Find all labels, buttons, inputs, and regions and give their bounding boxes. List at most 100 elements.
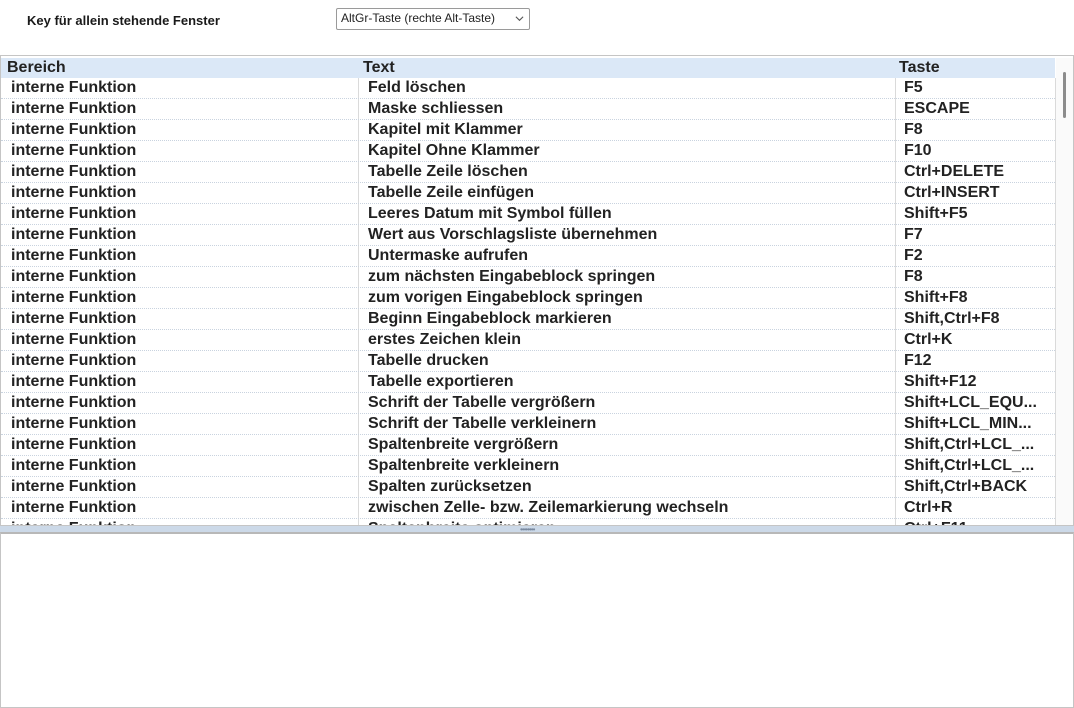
cell-text: Maske schliessen <box>368 100 504 117</box>
cell-bereich: interne Funktion <box>11 499 137 516</box>
table-row[interactable]: interne Funktion Tabelle Zeile einfügen Ct… <box>1 183 1055 204</box>
cell-text: Spaltenbreite verkleinern <box>368 457 560 474</box>
cell-text: zwischen Zelle- bzw. Zeilemarkierung wec… <box>368 499 729 516</box>
cell-taste: Shift,Ctrl+LCL_... <box>904 436 1035 453</box>
detail-pane <box>0 532 1074 708</box>
table-row[interactable]: interne Funktion zum vorigen Eingabeblock… <box>1 288 1055 309</box>
cell-taste: Ctrl+INSERT <box>904 184 1000 201</box>
cell-bereich: interne Funktion <box>11 247 137 264</box>
cell-text: Kapitel Ohne Klammer <box>368 142 540 159</box>
cell-bereich: interne Funktion <box>11 415 137 432</box>
table-row[interactable]: interne Funktion Spalten zurücksetzen Shif… <box>1 477 1055 498</box>
cell-taste: Shift+LCL_MIN... <box>904 415 1032 432</box>
cell-taste: ESCAPE <box>904 100 970 117</box>
cell-taste: Ctrl+F11 <box>904 519 1050 525</box>
table-row[interactable]: interne Funktion Tabelle drucken F12 <box>1 351 1055 372</box>
cell-taste: Ctrl+DELETE <box>904 163 1005 180</box>
table-row[interactable]: interne Funktion zwischen Zelle- bzw. Zei… <box>1 498 1055 519</box>
cell-taste: F2 <box>904 247 923 264</box>
cell-bereich: interne Funktion <box>11 373 137 390</box>
cell-bereich: interne Funktion <box>11 289 137 306</box>
cell-text: Feld löschen <box>368 79 466 96</box>
cell-bereich: interne Funktion <box>11 436 137 453</box>
table-row[interactable]: interne Funktion Schrift der Tabelle verg… <box>1 393 1055 414</box>
table-header: Bereich Text Taste <box>1 58 1055 78</box>
column-header-bereich[interactable]: Bereich <box>7 59 66 77</box>
cell-text: Tabelle Zeile einfügen <box>368 184 534 201</box>
cell-text: Tabelle exportieren <box>368 373 514 390</box>
cell-text: erstes Zeichen klein <box>368 331 521 348</box>
cell-text: Kapitel mit Klammer <box>368 121 523 138</box>
scrollbar-thumb[interactable] <box>1063 72 1066 118</box>
table-row[interactable]: interne Funktion Feld löschen F5 <box>1 78 1055 99</box>
table-row[interactable]: interne Funktion zum nächsten Eingabebloc… <box>1 267 1055 288</box>
cell-bereich: interne Funktion <box>11 121 137 138</box>
table-row[interactable]: interne Funktion Spaltenbreite verkleiner… <box>1 456 1055 477</box>
cell-taste: F7 <box>904 226 923 243</box>
cell-taste: Shift+F12 <box>904 373 977 390</box>
cell-taste: Ctrl+R <box>904 499 953 516</box>
cell-bereich: interne Funktion <box>11 352 137 369</box>
table-row[interactable]: interne Funktion Beginn Eingabeblock mark… <box>1 309 1055 330</box>
cell-bereich: interne Funktion <box>11 331 137 348</box>
cell-bereich: interne Funktion <box>11 310 137 327</box>
standalone-window-key-label: Key für allein stehende Fenster <box>27 13 220 28</box>
cell-taste: F5 <box>904 79 923 96</box>
cell-bereich: interne Funktion <box>11 226 137 243</box>
cell-text: zum nächsten Eingabeblock springen <box>368 268 656 285</box>
options-bar: Key für allein stehende Fenster AltGr-Ta… <box>0 0 1074 55</box>
table-row[interactable]: interne Funktion Kapitel Ohne Klammer F10 <box>1 141 1055 162</box>
cell-taste: Shift,Ctrl+LCL_... <box>904 457 1035 474</box>
cell-text: Untermaske aufrufen <box>368 247 529 264</box>
table-row[interactable]: interne Funktion Maske schliessen ESCAPE <box>1 99 1055 120</box>
cell-taste: F8 <box>904 121 923 138</box>
table-row[interactable]: interne Funktion Leeres Datum mit Symbol … <box>1 204 1055 225</box>
cell-text: Spalten zurücksetzen <box>368 478 532 495</box>
cell-taste: F12 <box>904 352 932 369</box>
vertical-scrollbar[interactable] <box>1056 58 1073 525</box>
column-header-taste[interactable]: Taste <box>899 59 940 77</box>
cell-taste: Shift,Ctrl+F8 <box>904 310 1000 327</box>
chevron-down-icon <box>515 16 524 22</box>
cell-text: Beginn Eingabeblock markieren <box>368 310 612 327</box>
cell-taste: Ctrl+K <box>904 331 953 348</box>
shortcut-table: Bereich Text Taste interne Funktion Feld … <box>0 55 1074 526</box>
select-value: AltGr-Taste (rechte Alt-Taste) <box>341 11 496 25</box>
cell-text: Wert aus Vorschlagsliste übernehmen <box>368 226 658 243</box>
standalone-window-key-select[interactable]: AltGr-Taste (rechte Alt-Taste) <box>336 8 530 30</box>
cell-text: zum vorigen Eingabeblock springen <box>368 289 643 306</box>
cell-taste: Shift+F5 <box>904 205 968 222</box>
column-header-text[interactable]: Text <box>363 59 395 77</box>
table-row[interactable]: interne Funktion erstes Zeichen klein Ctrl… <box>1 330 1055 351</box>
cell-text: Schrift der Tabelle vergrößern <box>368 394 596 411</box>
table-row[interactable]: interne Funktion Untermaske aufrufen F2 <box>1 246 1055 267</box>
cell-bereich: interne Funktion <box>11 268 137 285</box>
cell-bereich: interne Funktion <box>11 205 137 222</box>
cell-bereich: interne Funktion <box>11 163 137 180</box>
cell-text: Spaltenbreite vergrößern <box>368 436 559 453</box>
cell-taste: F10 <box>904 142 932 159</box>
cell-bereich: interne Funktion <box>11 519 351 525</box>
cell-bereich: interne Funktion <box>11 79 137 96</box>
cell-bereich: interne Funktion <box>11 478 137 495</box>
table-row[interactable]: interne Funktion Wert aus Vorschlagsliste… <box>1 225 1055 246</box>
table-row[interactable]: interne Funktion Spaltenbreite vergrößern… <box>1 435 1055 456</box>
cell-text: Spaltenbreite optimieren <box>368 519 888 525</box>
table-row[interactable]: interne Funktion Tabelle exportieren Shift… <box>1 372 1055 393</box>
cell-text: Tabelle drucken <box>368 352 489 369</box>
cell-text: Schrift der Tabelle verkleinern <box>368 415 597 432</box>
cell-bereich: interne Funktion <box>11 142 137 159</box>
cell-bereich: interne Funktion <box>11 394 137 411</box>
cell-text: Tabelle Zeile löschen <box>368 163 528 180</box>
table-row[interactable]: interne Funktion Schrift der Tabelle verk… <box>1 414 1055 435</box>
table-row[interactable]: interne Funktion Kapitel mit Klammer F8 <box>1 120 1055 141</box>
cell-text: Leeres Datum mit Symbol füllen <box>368 205 612 222</box>
cell-taste: Shift,Ctrl+BACK <box>904 478 1028 495</box>
cell-bereich: interne Funktion <box>11 457 137 474</box>
cell-bereich: interne Funktion <box>11 100 137 117</box>
table-body: interne Funktion Feld löschen F5 interne Fu… <box>1 78 1055 525</box>
cell-bereich: interne Funktion <box>11 184 137 201</box>
table-row[interactable]: interne Funktion Tabelle Zeile löschen Ctr… <box>1 162 1055 183</box>
cell-taste: F8 <box>904 268 923 285</box>
cell-taste: Shift+LCL_EQU... <box>904 394 1037 411</box>
